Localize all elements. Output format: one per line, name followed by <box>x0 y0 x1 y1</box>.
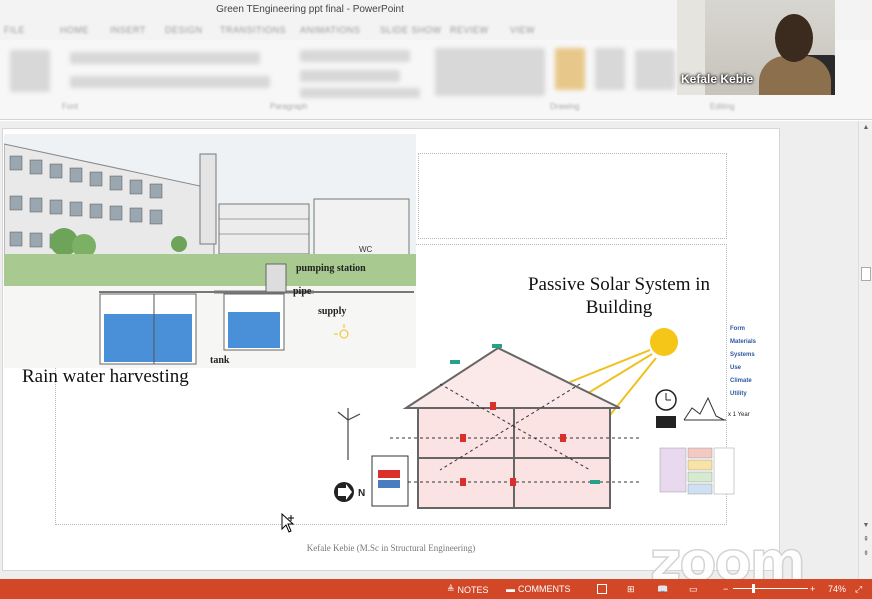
passive-solar-title-line1: Passive Solar System in <box>527 274 711 295</box>
legend-climate: Climate <box>730 378 752 384</box>
group-paragraph: Paragraph <box>270 102 308 111</box>
tank-label: tank <box>210 355 230 366</box>
reading-view-icon: 📖 <box>657 584 669 594</box>
scroll-up-button[interactable]: ▲ <box>861 123 871 133</box>
video-person-head <box>775 14 813 62</box>
slideshow-button[interactable]: ▭ <box>689 584 698 595</box>
normal-view-button[interactable] <box>597 584 607 594</box>
comments-label: COMMENTS <box>518 584 571 594</box>
scroll-down-button[interactable]: ▼ <box>861 521 871 531</box>
tab-animations[interactable]: ANIMATIONS <box>300 25 360 35</box>
vertical-scrollbar[interactable]: ▲ ▼ ⇞ ⇟ <box>858 121 872 579</box>
quick-styles-button[interactable] <box>595 48 625 90</box>
paragraph-row-1[interactable] <box>300 50 410 62</box>
notes-icon: ≜ <box>447 584 455 594</box>
svg-text:N: N <box>358 488 365 499</box>
passive-solar-title[interactable]: Passive Solar System in Building <box>505 273 733 319</box>
comments-button[interactable]: ▬ COMMENTS <box>506 584 571 594</box>
fit-slide-icon: ⤢ <box>855 584 863 594</box>
legend-form: Form <box>730 326 745 332</box>
zoom-level[interactable]: 74% <box>828 584 846 594</box>
wc-label: WC <box>359 245 373 254</box>
year-label: x 1 Year <box>728 412 750 418</box>
group-drawing: Drawing <box>550 102 580 111</box>
group-font: Font <box>62 102 79 111</box>
tab-transitions[interactable]: TRANSITIONS <box>220 25 286 35</box>
passive-solar-diagram[interactable]: N x 1 Year Form Materials Systems Use Cl… <box>330 320 762 520</box>
move-cursor-icon <box>281 512 299 540</box>
status-bar: ≜ NOTES ▬ COMMENTS ⊞ 📖 ▭ − + 74% ⤢ <box>0 579 872 599</box>
group-editing: Editing <box>710 102 735 111</box>
pipe-label: pipe <box>293 286 312 297</box>
format-row[interactable] <box>70 76 270 88</box>
slide-sorter-button[interactable]: ⊞ <box>627 584 635 595</box>
normal-view-icon <box>597 584 607 594</box>
tab-file[interactable]: FILE <box>4 25 25 35</box>
zoom-out-label: − <box>723 584 729 594</box>
rain-harvesting-caption[interactable]: Rain water harvesting <box>22 366 189 388</box>
participant-video[interactable]: Kefale Kebie <box>677 0 835 95</box>
pumping-station-label: pumping station <box>296 263 366 274</box>
tab-home[interactable]: HOME <box>60 25 89 35</box>
notes-label: NOTES <box>457 584 489 595</box>
slide-sorter-icon: ⊞ <box>627 584 635 594</box>
slideshow-icon: ▭ <box>689 584 698 594</box>
shape-options[interactable] <box>635 50 675 90</box>
passive-solar-title-line2: Building <box>585 297 653 318</box>
paste-button[interactable] <box>10 50 50 92</box>
next-slide-button[interactable]: ⇟ <box>861 549 871 559</box>
tab-review[interactable]: REVIEW <box>450 25 489 35</box>
comments-icon: ▬ <box>506 584 515 594</box>
paragraph-row-3[interactable] <box>300 88 420 98</box>
sun-icon <box>650 328 678 356</box>
tab-design[interactable]: DESIGN <box>165 25 203 35</box>
tab-insert[interactable]: INSERT <box>110 25 146 35</box>
arrange-button[interactable] <box>555 48 585 90</box>
zoom-slider-track[interactable] <box>733 588 808 589</box>
tab-view[interactable]: VIEW <box>510 25 535 35</box>
legend-utility: Utility <box>730 391 747 397</box>
zoom-slider-thumb[interactable] <box>752 584 756 593</box>
legend-use: Use <box>730 365 742 371</box>
window-title: Green TEngineering ppt final - PowerPoin… <box>216 4 404 15</box>
zoom-in-label: + <box>810 584 816 594</box>
shapes-gallery[interactable] <box>435 48 545 96</box>
zoom-out-button[interactable]: − <box>723 584 728 594</box>
scroll-thumb[interactable] <box>861 267 871 281</box>
reading-view-button[interactable]: 📖 <box>657 584 668 595</box>
zoom-in-button[interactable]: + <box>810 584 815 594</box>
previous-slide-button[interactable]: ⇞ <box>861 535 871 545</box>
legend-materials: Materials <box>730 339 757 345</box>
paragraph-row-2[interactable] <box>300 70 400 82</box>
legend-systems: Systems <box>730 352 755 358</box>
fit-slide-button[interactable]: ⤢ <box>855 584 862 595</box>
supply-label: supply <box>318 306 346 317</box>
title-placeholder[interactable] <box>418 153 727 239</box>
font-row[interactable] <box>70 52 260 64</box>
tab-slideshow[interactable]: SLIDE SHOW <box>380 25 442 35</box>
notes-button[interactable]: ≜ NOTES <box>447 584 489 595</box>
participant-name: Kefale Kebie <box>681 72 754 86</box>
